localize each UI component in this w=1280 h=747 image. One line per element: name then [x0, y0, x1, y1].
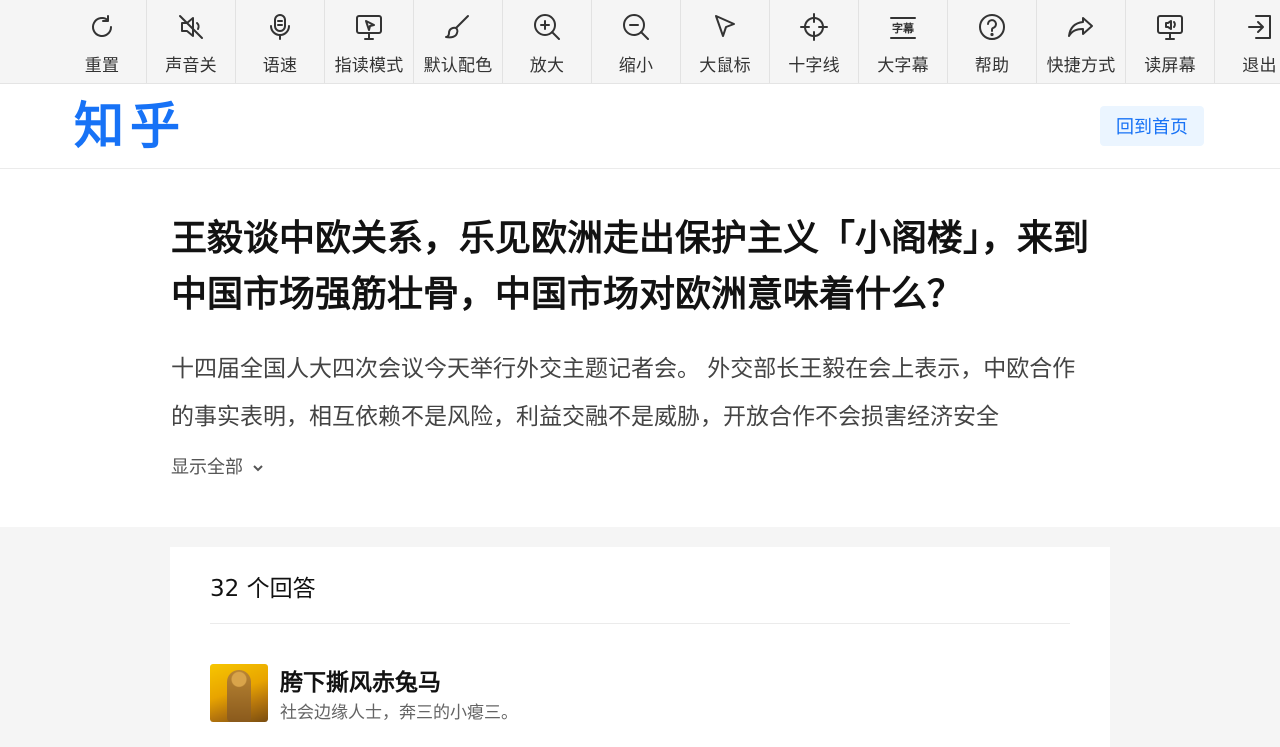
question-title: 王毅谈中欧关系，乐见欧洲走出保护主义「小阁楼」，来到中国市场强筋壮骨，中国市场对… — [171, 218, 1090, 315]
answer-count: 32 个回答 — [210, 576, 316, 602]
back-to-home-button[interactable]: 回到首页 — [1100, 106, 1204, 146]
zoom-in-icon — [530, 10, 564, 44]
question-card: 王毅谈中欧关系，乐见欧洲走出保护主义「小阁楼」，来到中国市场强筋壮骨，中国市场对… — [0, 169, 1280, 527]
answer-author: 胯下撕风赤兔马 社会边缘人士，奔三的小瘪三。 — [210, 664, 518, 724]
subtitle-icon: 字幕 — [886, 10, 920, 44]
toolbar-label: 帮助 — [974, 56, 1010, 76]
crosshair-icon — [797, 10, 831, 44]
toolbar-label: 大鼠标 — [699, 56, 751, 76]
toolbar-zoom-in-button[interactable]: 放大 — [503, 0, 592, 83]
toolbar-label: 缩小 — [618, 56, 654, 76]
author-description: 社会边缘人士，奔三的小瘪三。 — [280, 703, 518, 723]
toolbar-sound-button[interactable]: 声音关 — [147, 0, 236, 83]
toolbar-label: 读屏幕 — [1144, 56, 1196, 76]
toolbar-point-read-button[interactable]: 指读模式 — [325, 0, 414, 83]
toolbar-big-subtitle-button[interactable]: 字幕 大字幕 — [859, 0, 948, 83]
toolbar-label: 放大 — [529, 56, 565, 76]
toolbar-label: 大字幕 — [877, 56, 929, 76]
help-icon — [975, 10, 1009, 44]
screen-reader-icon — [1153, 10, 1187, 44]
toolbar-shortcut-button[interactable]: 快捷方式 — [1037, 0, 1126, 83]
divider — [210, 623, 1070, 624]
show-all-button[interactable]: 显示全部 — [171, 453, 265, 479]
toolbar-speed-button[interactable]: 语速 — [236, 0, 325, 83]
toolbar-color-button[interactable]: 默认配色 — [414, 0, 503, 83]
toolbar-zoom-out-button[interactable]: 缩小 — [592, 0, 681, 83]
toolbar-label: 声音关 — [165, 56, 217, 76]
chevron-down-icon — [251, 459, 265, 473]
refresh-icon — [85, 10, 119, 44]
toolbar-label: 退出 — [1242, 56, 1277, 76]
toolbar-reset-button[interactable]: 重置 — [58, 0, 147, 83]
point-read-icon — [352, 10, 386, 44]
author-info: 胯下撕风赤兔马 社会边缘人士，奔三的小瘪三。 — [280, 664, 518, 724]
toolbar-crosshair-button[interactable]: 十字线 — [770, 0, 859, 83]
toolbar-label: 快捷方式 — [1046, 56, 1116, 76]
sound-off-icon — [174, 10, 208, 44]
toolbar-label: 默认配色 — [423, 56, 493, 76]
toolbar-label: 语速 — [262, 56, 298, 76]
toolbar-label: 指读模式 — [334, 56, 404, 76]
cursor-icon — [708, 10, 742, 44]
accessibility-toolbar: 重置 声音关 语速 指读模式 默认配色 放大 缩小 大鼠标 十字线 字幕 大字幕… — [0, 0, 1280, 84]
toolbar-big-cursor-button[interactable]: 大鼠标 — [681, 0, 770, 83]
author-name[interactable]: 胯下撕风赤兔马 — [280, 664, 518, 702]
toolbar-exit-button[interactable]: 退出 — [1215, 0, 1280, 83]
toolbar-label: 十字线 — [788, 56, 840, 76]
toolbar-help-button[interactable]: 帮助 — [948, 0, 1037, 83]
question-excerpt: 十四届全国人大四次会议今天举行外交主题记者会。 外交部长王毅在会上表示，中欧合作… — [171, 356, 1076, 430]
brush-icon — [441, 10, 475, 44]
site-header: 知乎 回到首页 — [0, 84, 1280, 169]
share-arrow-icon — [1064, 10, 1098, 44]
answers-section: 32 个回答 胯下撕风赤兔马 社会边缘人士，奔三的小瘪三。 — [170, 547, 1110, 747]
avatar[interactable] — [210, 664, 268, 722]
exit-icon — [1243, 10, 1277, 44]
toolbar-read-screen-button[interactable]: 读屏幕 — [1126, 0, 1215, 83]
microphone-icon — [263, 10, 297, 44]
toolbar-label: 重置 — [84, 56, 120, 76]
zoom-out-icon — [619, 10, 653, 44]
zhihu-logo[interactable]: 知乎 — [74, 96, 186, 156]
show-all-label: 显示全部 — [171, 457, 243, 478]
subtitle-icon-text: 字幕 — [892, 21, 915, 35]
